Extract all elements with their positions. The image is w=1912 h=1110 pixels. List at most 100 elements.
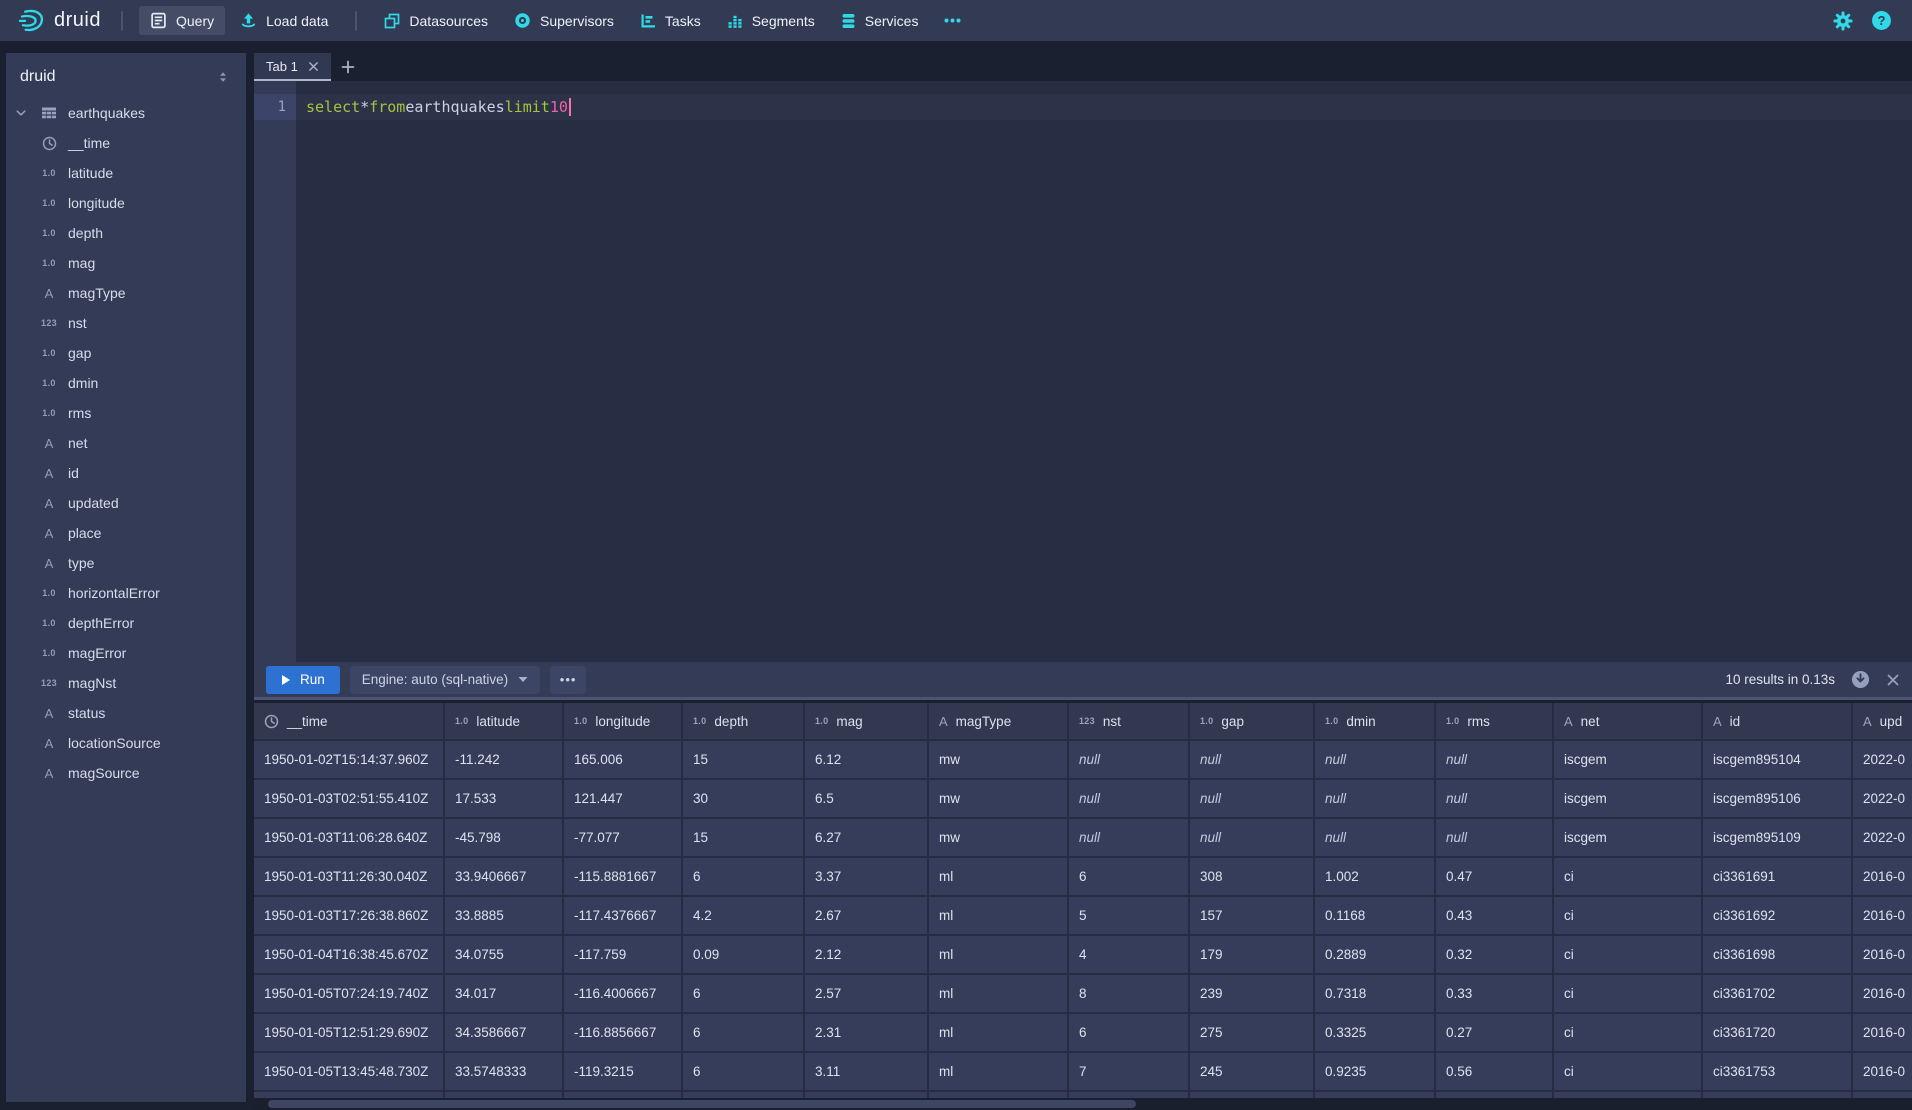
table-cell[interactable]: 179 <box>1190 936 1313 973</box>
tree-column-latitude[interactable]: 1.0latitude <box>6 158 246 188</box>
close-results-icon[interactable] <box>1886 673 1900 687</box>
table-cell[interactable]: 1950-01-05T12:51:29.690Z <box>254 1014 443 1051</box>
table-cell[interactable]: -116.4006667 <box>564 975 681 1012</box>
table-cell[interactable]: 30 <box>683 780 803 817</box>
table-cell[interactable]: -11.242 <box>445 741 562 778</box>
tab-close-icon[interactable] <box>308 61 319 72</box>
table-cell[interactable]: 0.9235 <box>1315 1053 1434 1090</box>
nav-item-datasources[interactable]: Datasources <box>373 7 499 35</box>
table-cell[interactable]: 0.33 <box>1436 975 1552 1012</box>
table-cell[interactable]: null <box>1069 741 1188 778</box>
table-cell[interactable]: -115.8881667 <box>564 858 681 895</box>
table-cell[interactable]: null <box>1436 780 1552 817</box>
column-header-__time[interactable]: __time <box>254 703 443 739</box>
sql-editor[interactable]: 1 select * from earthquakes limit 10 <box>254 81 1912 662</box>
table-cell[interactable]: ci <box>1554 975 1701 1012</box>
table-cell[interactable]: ml <box>929 1014 1067 1051</box>
tree-column-rms[interactable]: 1.0rms <box>6 398 246 428</box>
horizontal-scrollbar[interactable] <box>254 1098 1912 1110</box>
table-cell[interactable]: 239 <box>1190 975 1313 1012</box>
table-cell[interactable]: 2.67 <box>805 897 927 934</box>
table-cell[interactable]: 0.27 <box>1436 1014 1552 1051</box>
table-cell[interactable]: 1950-01-05T13:45:48.730Z <box>254 1053 443 1090</box>
table-cell[interactable]: 0.43 <box>1436 897 1552 934</box>
table-cell[interactable]: 0.2889 <box>1315 936 1434 973</box>
table-cell[interactable]: iscgem895104 <box>1703 741 1851 778</box>
table-cell[interactable]: 33.9406667 <box>445 858 562 895</box>
table-cell[interactable]: 275 <box>1190 1014 1313 1051</box>
table-cell[interactable]: ci3361753 <box>1703 1053 1851 1090</box>
table-cell[interactable]: -45.798 <box>445 819 562 856</box>
double-caret-vertical-icon[interactable] <box>214 68 232 86</box>
table-cell[interactable]: 2016-0 <box>1853 1014 1912 1051</box>
table-cell[interactable]: 1.002 <box>1315 858 1434 895</box>
tree-column-net[interactable]: Anet <box>6 428 246 458</box>
column-header-upd[interactable]: Aupd <box>1853 703 1912 739</box>
table-cell[interactable]: null <box>1190 741 1313 778</box>
column-header-depth[interactable]: 1.0depth <box>683 703 803 739</box>
table-cell[interactable]: 1950-01-03T17:26:38.860Z <box>254 897 443 934</box>
tree-column-__time[interactable]: __time <box>6 128 246 158</box>
table-cell[interactable]: ci3361702 <box>1703 975 1851 1012</box>
table-cell[interactable]: 5 <box>1069 897 1188 934</box>
tree-column-nst[interactable]: 123nst <box>6 308 246 338</box>
table-cell[interactable]: 1950-01-03T02:51:55.410Z <box>254 780 443 817</box>
tree-column-magtype[interactable]: AmagType <box>6 278 246 308</box>
table-cell[interactable]: ci <box>1554 858 1701 895</box>
table-cell[interactable]: 15 <box>683 819 803 856</box>
nav-item-segments[interactable]: Segments <box>716 7 826 35</box>
table-cell[interactable]: 1950-01-05T07:24:19.740Z <box>254 975 443 1012</box>
tree-column-deptherror[interactable]: 1.0depthError <box>6 608 246 638</box>
tree-column-type[interactable]: Atype <box>6 548 246 578</box>
table-cell[interactable]: 7 <box>1069 1053 1188 1090</box>
column-header-nst[interactable]: 123nst <box>1069 703 1188 739</box>
table-cell[interactable]: ci <box>1554 1053 1701 1090</box>
tree-column-magerror[interactable]: 1.0magError <box>6 638 246 668</box>
column-header-longitude[interactable]: 1.0longitude <box>564 703 681 739</box>
nav-item-query[interactable]: Query <box>139 6 225 35</box>
table-cell[interactable]: null <box>1190 780 1313 817</box>
table-cell[interactable]: 0.47 <box>1436 858 1552 895</box>
table-cell[interactable]: 6 <box>1069 858 1188 895</box>
engine-select[interactable]: Engine: auto (sql-native) <box>350 666 540 694</box>
gear-icon[interactable] <box>1833 11 1853 31</box>
column-header-net[interactable]: Anet <box>1554 703 1701 739</box>
tree-column-status[interactable]: Astatus <box>6 698 246 728</box>
table-cell[interactable]: 2016-0 <box>1853 1053 1912 1090</box>
table-cell[interactable]: iscgem <box>1554 819 1701 856</box>
table-cell[interactable]: 15 <box>683 741 803 778</box>
query-more-button[interactable]: ••• <box>550 666 586 694</box>
table-cell[interactable]: ci <box>1554 936 1701 973</box>
nav-item-supervisors[interactable]: Supervisors <box>503 6 625 35</box>
column-header-mag[interactable]: 1.0mag <box>805 703 927 739</box>
table-cell[interactable]: 33.8885 <box>445 897 562 934</box>
tree-table-earthquakes[interactable]: earthquakes <box>6 98 246 128</box>
table-cell[interactable]: 4.2 <box>683 897 803 934</box>
table-cell[interactable]: ci3361692 <box>1703 897 1851 934</box>
table-cell[interactable]: 3.11 <box>805 1053 927 1090</box>
table-cell[interactable]: mw <box>929 741 1067 778</box>
table-cell[interactable]: 2.31 <box>805 1014 927 1051</box>
table-cell[interactable]: 6.5 <box>805 780 927 817</box>
add-tab-button[interactable] <box>331 53 365 81</box>
tree-column-longitude[interactable]: 1.0longitude <box>6 188 246 218</box>
table-cell[interactable]: 17.533 <box>445 780 562 817</box>
tree-column-depth[interactable]: 1.0depth <box>6 218 246 248</box>
table-cell[interactable]: 34.3586667 <box>445 1014 562 1051</box>
table-cell[interactable]: null <box>1315 819 1434 856</box>
tab-tab1[interactable]: Tab 1 <box>254 53 331 81</box>
table-cell[interactable]: 1950-01-03T11:06:28.640Z <box>254 819 443 856</box>
tree-column-place[interactable]: Aplace <box>6 518 246 548</box>
table-cell[interactable]: 4 <box>1069 936 1188 973</box>
table-cell[interactable]: null <box>1315 780 1434 817</box>
table-cell[interactable]: 6.27 <box>805 819 927 856</box>
table-cell[interactable]: 1950-01-03T11:26:30.040Z <box>254 858 443 895</box>
tree-column-updated[interactable]: Aupdated <box>6 488 246 518</box>
table-cell[interactable]: ml <box>929 897 1067 934</box>
table-cell[interactable]: 6 <box>1069 1014 1188 1051</box>
table-cell[interactable]: iscgem <box>1554 780 1701 817</box>
table-cell[interactable]: ml <box>929 858 1067 895</box>
tree-column-id[interactable]: Aid <box>6 458 246 488</box>
table-cell[interactable]: null <box>1069 780 1188 817</box>
tree-column-locationsource[interactable]: AlocationSource <box>6 728 246 758</box>
